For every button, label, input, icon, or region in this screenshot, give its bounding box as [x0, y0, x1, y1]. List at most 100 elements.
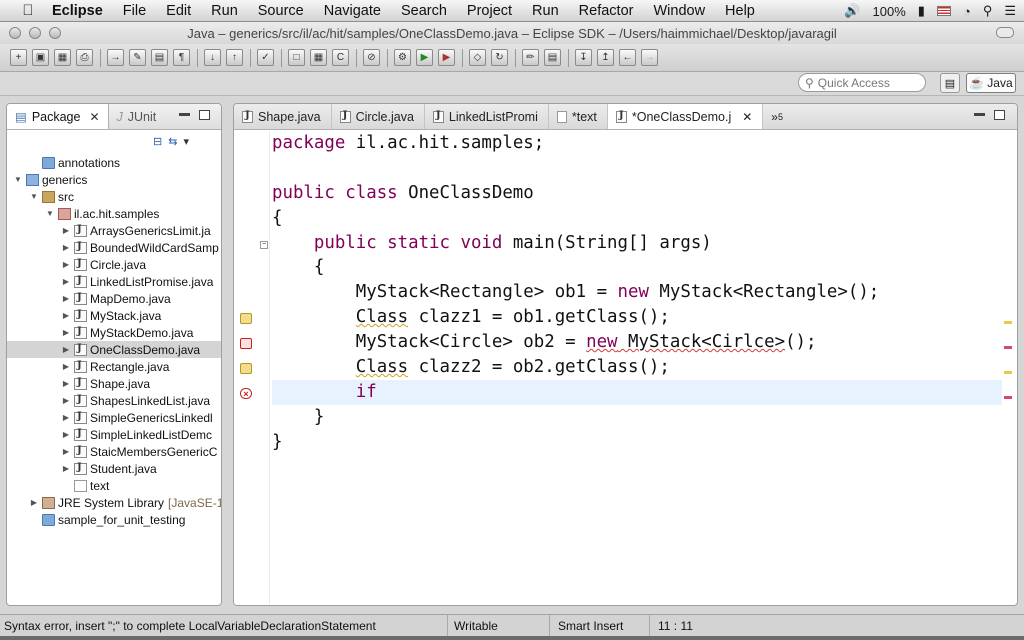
- search-refresh-icon[interactable]: ↻: [491, 49, 508, 66]
- tree-item[interactable]: text: [7, 477, 221, 494]
- warning-icon[interactable]: [240, 363, 252, 374]
- new-class-icon[interactable]: C: [332, 49, 349, 66]
- warning-marker[interactable]: [1004, 371, 1012, 374]
- current-code-line[interactable]: if: [272, 379, 1002, 405]
- code-line[interactable]: }: [272, 405, 1002, 430]
- tree-item[interactable]: annotations: [7, 154, 221, 171]
- code-line[interactable]: }: [272, 430, 1002, 455]
- forward-icon[interactable]: →: [641, 49, 658, 66]
- chevron-right-icon[interactable]: ▶: [61, 396, 71, 405]
- chevron-right-icon[interactable]: ▶: [61, 430, 71, 439]
- tree-item[interactable]: ▶ OneClassDemo.java: [7, 341, 221, 358]
- tree-item[interactable]: ▶ MyStackDemo.java: [7, 324, 221, 341]
- show-whitespace-icon[interactable]: ¶: [173, 49, 190, 66]
- tree-item[interactable]: ▶ MapDemo.java: [7, 290, 221, 307]
- menu-help[interactable]: Help: [715, 0, 765, 22]
- menu-window[interactable]: Window: [643, 0, 715, 22]
- chevron-right-icon[interactable]: ▶: [61, 226, 71, 235]
- chevron-right-icon[interactable]: ▶: [61, 311, 71, 320]
- code-line[interactable]: Class clazz2 = ob2.getClass();: [272, 355, 1002, 380]
- chevron-right-icon[interactable]: ▶: [61, 277, 71, 286]
- tree-item[interactable]: ▼ src: [7, 188, 221, 205]
- link-with-editor-icon[interactable]: ⇆: [168, 135, 177, 148]
- skip-breakpoints-icon[interactable]: ⊘: [363, 49, 380, 66]
- pencil-icon[interactable]: ✏: [522, 49, 539, 66]
- toggle-mark-occurrences-icon[interactable]: ✎: [129, 49, 146, 66]
- view-menu-chevron-down-icon[interactable]: ▾: [183, 135, 189, 148]
- menu-search[interactable]: Search: [391, 0, 457, 22]
- warning-marker[interactable]: [1004, 321, 1012, 324]
- menu-navigate[interactable]: Navigate: [314, 0, 391, 22]
- editor-tab-text[interactable]: *text: [549, 104, 608, 129]
- editor-tab-circle[interactable]: Circle.java: [332, 104, 425, 129]
- code-line[interactable]: MyStack<Rectangle> ob1 = new MyStack<Rec…: [272, 280, 1002, 305]
- chevron-right-icon[interactable]: ▶: [61, 260, 71, 269]
- apple-icon[interactable]: : [18, 2, 38, 19]
- tree-item[interactable]: ▶ StaicMembersGenericC: [7, 443, 221, 460]
- code-line[interactable]: [272, 156, 1002, 181]
- toggle-breadcrumb-icon[interactable]: →: [107, 49, 124, 66]
- previous-annotation-icon[interactable]: ↑: [226, 49, 243, 66]
- chevron-right-icon[interactable]: ▶: [61, 464, 71, 473]
- save-icon[interactable]: ▣: [32, 49, 49, 66]
- zoom-window-button[interactable]: [49, 27, 61, 39]
- clock-icon[interactable]: ◔: [963, 4, 971, 19]
- tree-item[interactable]: sample_for_unit_testing: [7, 511, 221, 528]
- tasks-icon[interactable]: ✓: [257, 49, 274, 66]
- tree-item[interactable]: ▼ generics: [7, 171, 221, 188]
- tree-item[interactable]: ▶ BoundedWildCardSamp: [7, 239, 221, 256]
- editor-gutter[interactable]: − ×: [234, 131, 270, 605]
- tab-junit[interactable]: J JUnit: [109, 104, 165, 129]
- chevron-right-icon[interactable]: ▶: [61, 379, 71, 388]
- menu-app-eclipse[interactable]: Eclipse: [38, 0, 113, 22]
- code-line[interactable]: public class OneClassDemo: [272, 181, 1002, 206]
- new-icon[interactable]: +: [10, 49, 27, 66]
- java-perspective-button[interactable]: ☕ Java: [966, 73, 1016, 93]
- tab-package-explorer[interactable]: ▤ Package ✕: [7, 104, 109, 129]
- minimize-editor-icon[interactable]: [974, 113, 985, 116]
- menu-edit[interactable]: Edit: [156, 0, 201, 22]
- last-edit-location-icon[interactable]: ↥: [597, 49, 614, 66]
- code-line[interactable]: public static void main(String[] args): [272, 231, 1002, 256]
- close-icon[interactable]: ✕: [742, 110, 752, 124]
- tree-item[interactable]: ▶ Rectangle.java: [7, 358, 221, 375]
- tree-item[interactable]: ▶ ShapesLinkedList.java: [7, 392, 221, 409]
- new-java-project-icon[interactable]: □: [288, 49, 305, 66]
- chevron-right-icon[interactable]: ▶: [61, 362, 71, 371]
- chevron-right-icon[interactable]: ▶: [61, 294, 71, 303]
- menu-source[interactable]: Source: [248, 0, 314, 22]
- menu-file[interactable]: File: [113, 0, 156, 22]
- quick-access-field[interactable]: ⚲ Quick Access: [798, 73, 926, 92]
- chevron-right-icon[interactable]: ▶: [61, 345, 71, 354]
- code-line[interactable]: MyStack<Circle> ob2 = new MyStack<Cirlce…: [272, 330, 1002, 355]
- next-annotation-icon[interactable]: ↓: [204, 49, 221, 66]
- debug-icon[interactable]: ⚙: [394, 49, 411, 66]
- collapse-all-icon[interactable]: ⊟: [153, 135, 162, 148]
- open-perspective-button[interactable]: ▤: [940, 73, 960, 93]
- tree-item[interactable]: ▶ ArraysGenericsLimit.ja: [7, 222, 221, 239]
- error-marker[interactable]: [1004, 346, 1012, 349]
- menu-run[interactable]: Run: [201, 0, 248, 22]
- next-edit-icon[interactable]: ↧: [575, 49, 592, 66]
- maximize-editor-icon[interactable]: [994, 110, 1005, 120]
- code-line[interactable]: package il.ac.hit.samples;: [272, 131, 1002, 156]
- minimize-window-button[interactable]: [29, 27, 41, 39]
- tree-item[interactable]: ▶ LinkedListPromise.java: [7, 273, 221, 290]
- chevron-right-icon[interactable]: ▶: [61, 413, 71, 422]
- menu-run-2[interactable]: Run: [522, 0, 569, 22]
- code-area[interactable]: package il.ac.hit.samples; public class O…: [272, 131, 1002, 605]
- overview-ruler[interactable]: [1001, 131, 1015, 605]
- run-icon[interactable]: ▶: [416, 49, 433, 66]
- toggle-block-selection-icon[interactable]: ▤: [151, 49, 168, 66]
- maximize-view-icon[interactable]: [199, 110, 210, 120]
- tree-item[interactable]: ▶ Student.java: [7, 460, 221, 477]
- menu-refactor[interactable]: Refactor: [569, 0, 644, 22]
- chevron-right-icon[interactable]: ▶: [29, 498, 39, 507]
- tree-item[interactable]: ▶ Shape.java: [7, 375, 221, 392]
- tree-item[interactable]: ▼ il.ac.hit.samples: [7, 205, 221, 222]
- tree-item[interactable]: ▶ JRE System Library [JavaSE-1: [7, 494, 221, 511]
- tree-item[interactable]: ▶ SimpleGenericsLinkedl: [7, 409, 221, 426]
- editor-tab-shape[interactable]: Shape.java: [234, 104, 332, 129]
- flag-icon[interactable]: [936, 6, 951, 16]
- print-icon[interactable]: ⎙: [76, 49, 93, 66]
